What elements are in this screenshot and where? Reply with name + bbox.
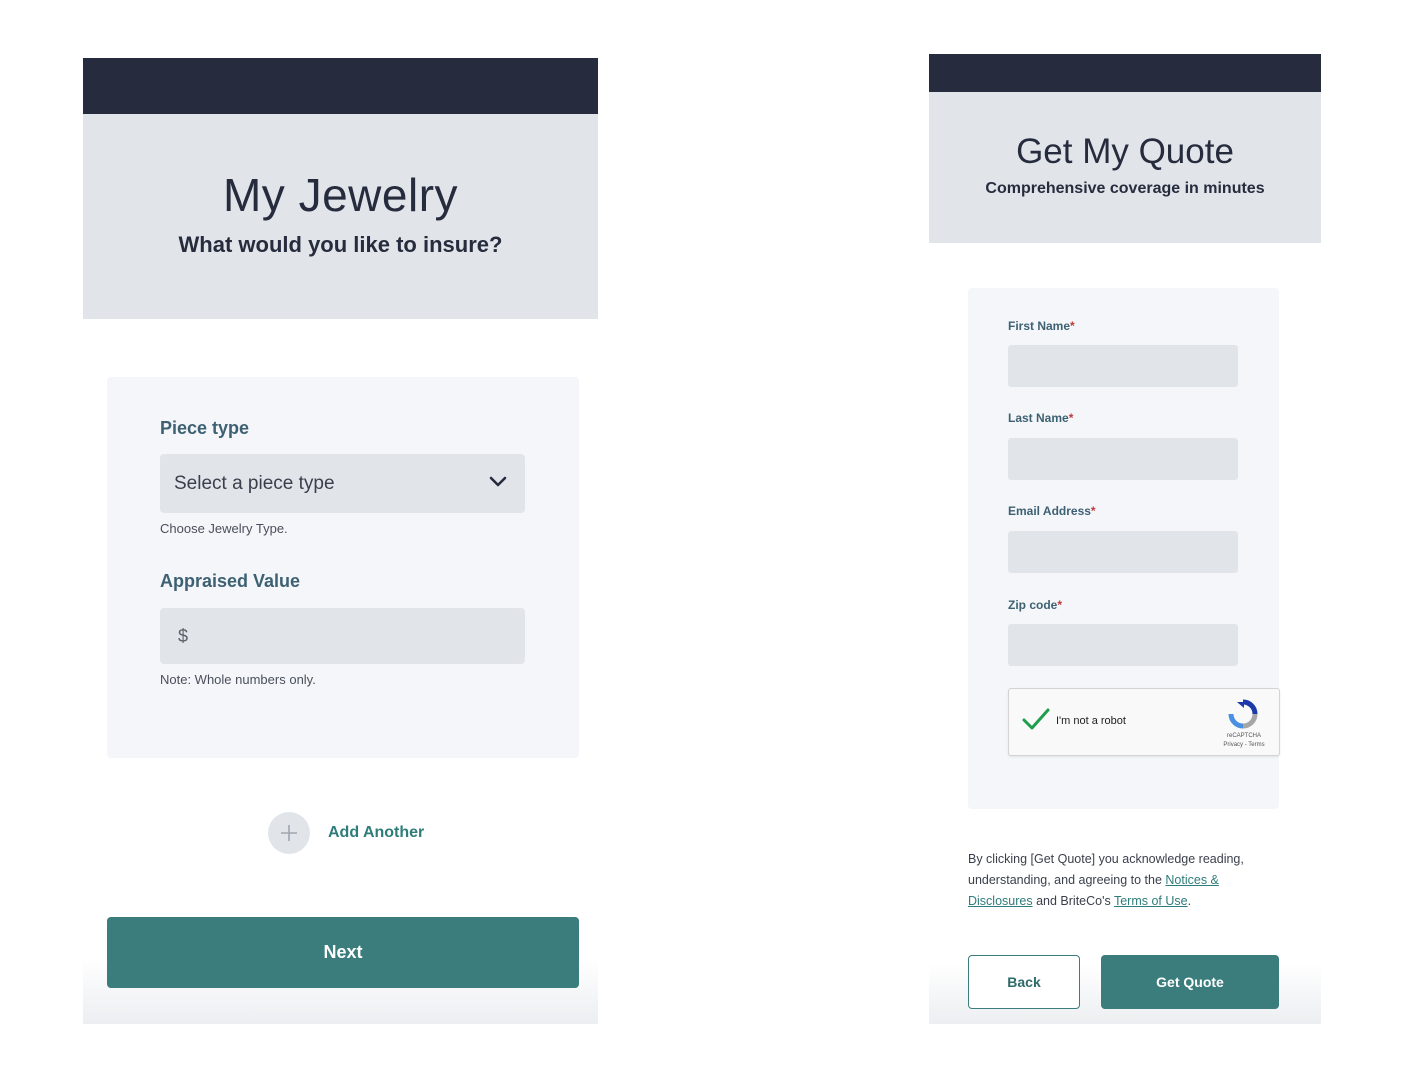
piece-type-label: Piece type — [160, 418, 250, 438]
piece-type-select-value: Select a piece type — [174, 472, 335, 494]
last-name-label: Last Name* — [1008, 411, 1074, 425]
recaptcha-widget[interactable]: I'm not a robot reCAPTCHA Privacy - Term… — [1008, 688, 1280, 756]
page-subtitle: What would you like to insure? — [178, 232, 503, 257]
add-another-label: Add Another — [328, 824, 425, 841]
first-name-field[interactable] — [1008, 345, 1238, 387]
recaptcha-brand: reCAPTCHA — [1226, 733, 1261, 739]
required-marker: * — [1057, 598, 1063, 612]
zip-label: Zip code* — [1008, 598, 1063, 612]
checkmark-icon[interactable] — [1021, 707, 1051, 733]
next-button[interactable]: Next — [107, 917, 579, 988]
get-quote-button[interactable]: Get Quote — [1101, 955, 1279, 1009]
jewelry-form-card: Piece type Select a piece type Choose Je… — [107, 377, 579, 758]
recaptcha-logo-icon — [1227, 699, 1259, 729]
zip-field[interactable] — [1008, 624, 1238, 666]
currency-prefix: $ — [178, 625, 189, 646]
quote-form-card: First Name* Last Name* Email Address* Zi… — [968, 288, 1280, 809]
chevron-down-icon — [489, 475, 507, 493]
required-marker: * — [1090, 504, 1096, 518]
recaptcha-links[interactable]: Privacy - Terms — [1209, 742, 1279, 748]
required-marker: * — [1070, 319, 1075, 333]
plus-icon — [268, 812, 310, 854]
header-bar — [929, 54, 1321, 92]
piece-type-select[interactable]: Select a piece type — [160, 454, 525, 513]
last-name-field[interactable] — [1008, 438, 1238, 480]
email-label: Email Address* — [1008, 504, 1096, 518]
email-field[interactable] — [1008, 531, 1238, 573]
header-bar — [83, 58, 598, 114]
page-subtitle: Comprehensive coverage in minutes — [985, 180, 1265, 197]
required-marker: * — [1068, 411, 1074, 425]
quote-screen: Get My Quote Comprehensive coverage in m… — [929, 54, 1321, 1024]
add-another-button[interactable]: Add Another — [268, 812, 424, 854]
back-button[interactable]: Back — [968, 955, 1080, 1009]
appraised-value-input[interactable]: $ — [160, 608, 525, 664]
page-title: Get My Quote — [1016, 132, 1234, 171]
jewelry-screen: My Jewelry What would you like to insure… — [83, 58, 598, 1024]
piece-type-helper: Choose Jewelry Type. — [160, 521, 288, 536]
recaptcha-label: I'm not a robot — [1056, 715, 1126, 727]
legal-disclaimer: By clicking [Get Quote] you acknowledge … — [968, 852, 1244, 908]
appraised-value-label: Appraised Value — [160, 571, 301, 591]
first-name-label: First Name* — [1008, 319, 1075, 333]
terms-link[interactable]: Terms of Use — [1114, 894, 1188, 908]
page-title: My Jewelry — [222, 169, 459, 221]
appraised-value-note: Note: Whole numbers only. — [160, 672, 316, 687]
